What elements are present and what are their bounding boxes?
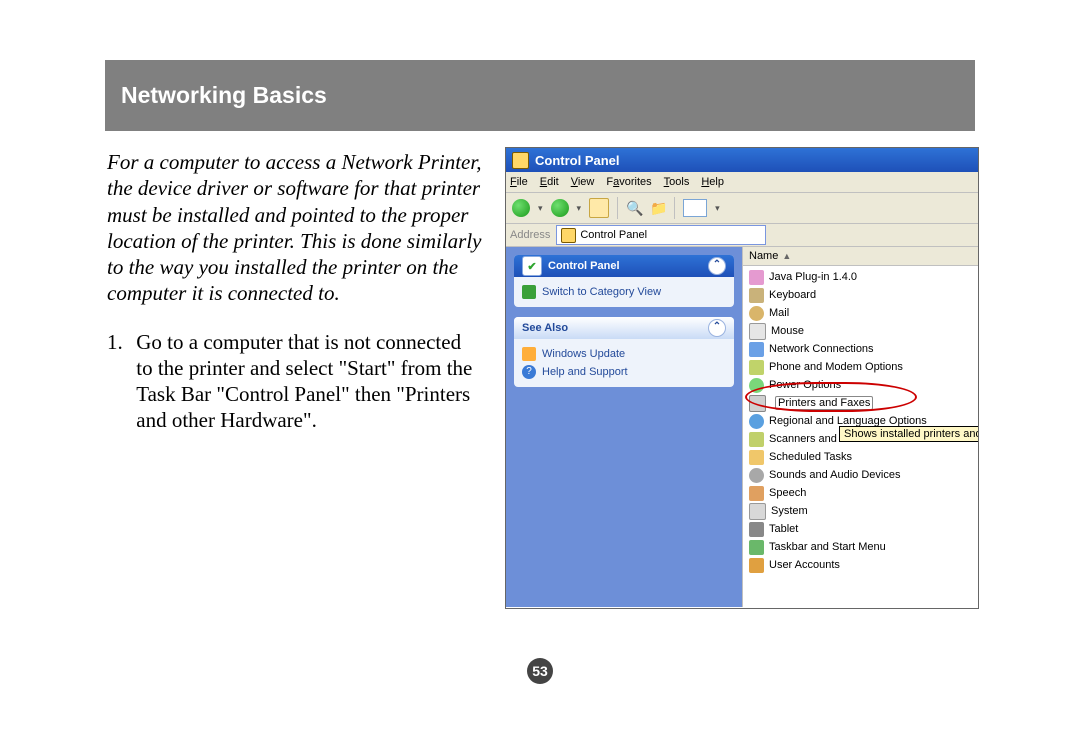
switch-view-icon [522, 285, 536, 299]
back-button[interactable] [512, 199, 530, 217]
column-header-name[interactable]: Name▲ [743, 247, 978, 266]
address-field[interactable]: Control Panel [556, 225, 766, 245]
link-windows-update[interactable]: Windows Update [522, 345, 726, 363]
collapse-icon[interactable]: ⌃ [708, 319, 726, 337]
list-item[interactable]: Speech [743, 484, 978, 502]
list-item[interactable]: Mail [743, 304, 978, 322]
sounds-icon [749, 468, 764, 483]
menu-bar: File Edit View Favorites Tools Help [506, 172, 978, 193]
list-item-printers-and-faxes[interactable]: Printers and Faxes [743, 394, 978, 412]
menu-help[interactable]: Help [701, 176, 724, 188]
printer-icon [749, 395, 766, 412]
intro-paragraph: For a computer to access a Network Print… [107, 149, 487, 307]
windows-update-icon [522, 347, 536, 361]
collapse-icon[interactable]: ⌃ [708, 257, 726, 275]
power-icon [749, 378, 764, 393]
window-title: Control Panel [535, 153, 620, 168]
menu-tools[interactable]: Tools [664, 176, 690, 188]
menu-file[interactable]: File [510, 176, 528, 188]
list-item[interactable]: System [743, 502, 978, 520]
tablet-icon [749, 522, 764, 537]
network-icon [749, 342, 764, 357]
java-icon [749, 270, 764, 285]
items-list: Name▲ Java Plug-in 1.4.0 Keyboard Mail M… [742, 247, 978, 607]
list-item[interactable]: Keyboard [743, 286, 978, 304]
taskbar-icon [749, 540, 764, 555]
page-number: 53 [527, 658, 553, 684]
list-item[interactable]: Tablet [743, 520, 978, 538]
keyboard-icon [749, 288, 764, 303]
speech-icon [749, 486, 764, 501]
help-icon: ? [522, 365, 536, 379]
views-button[interactable] [683, 199, 707, 217]
control-panel-icon [512, 152, 529, 169]
page-title: Networking Basics [105, 60, 975, 131]
scanner-icon [749, 432, 764, 447]
panel-see-also-title: See Also [522, 322, 568, 334]
regional-icon [749, 414, 764, 429]
sort-asc-icon: ▲ [782, 251, 791, 261]
tooltip-printers: Shows installed printers and f [839, 426, 979, 442]
list-item[interactable]: Power Options [743, 376, 978, 394]
step-number: 1. [107, 329, 131, 355]
control-panel-screenshot: Control Panel File Edit View Favorites T… [505, 147, 979, 609]
side-pane: ✔ Control Panel ⌃ Switch to Category View… [506, 247, 742, 607]
panel-see-also: See Also ⌃ Windows Update ?Help and Supp… [514, 317, 734, 387]
forward-button[interactable] [551, 199, 569, 217]
list-item[interactable]: Java Plug-in 1.4.0 [743, 268, 978, 286]
mail-icon [749, 306, 764, 321]
folders-icon[interactable]: 📁 [650, 200, 666, 216]
menu-edit[interactable]: Edit [540, 176, 559, 188]
toolbar: ▾ ▾ 🔍 📁 ▾ [506, 193, 978, 224]
system-icon [749, 503, 766, 520]
step-text: Go to a computer that is not connected t… [136, 329, 476, 434]
address-label: Address [510, 229, 550, 241]
list-item[interactable]: Scheduled Tasks [743, 448, 978, 466]
up-button[interactable] [589, 198, 609, 218]
mouse-icon [749, 323, 766, 340]
address-value: Control Panel [580, 229, 647, 241]
panel-cp-icon: ✔ [522, 256, 542, 276]
search-icon[interactable]: 🔍 [626, 200, 642, 216]
list-item[interactable]: Network Connections [743, 340, 978, 358]
address-icon [561, 228, 576, 243]
link-switch-category-view[interactable]: Switch to Category View [522, 283, 726, 301]
menu-favorites[interactable]: Favorites [606, 176, 651, 188]
scheduled-tasks-icon [749, 450, 764, 465]
phone-modem-icon [749, 360, 764, 375]
list-item[interactable]: Mouse [743, 322, 978, 340]
link-help-and-support[interactable]: ?Help and Support [522, 363, 726, 381]
panel-control-panel: ✔ Control Panel ⌃ Switch to Category View [514, 255, 734, 307]
user-accounts-icon [749, 558, 764, 573]
list-item[interactable]: Sounds and Audio Devices [743, 466, 978, 484]
list-item[interactable]: Phone and Modem Options [743, 358, 978, 376]
menu-view[interactable]: View [571, 176, 595, 188]
list-item[interactable]: Taskbar and Start Menu [743, 538, 978, 556]
address-bar: Address Control Panel [506, 224, 978, 247]
step-1: 1. Go to a computer that is not connecte… [107, 329, 487, 434]
list-item[interactable]: User Accounts [743, 556, 978, 574]
panel-cp-title: Control Panel [548, 260, 620, 272]
window-titlebar: Control Panel [506, 148, 978, 172]
